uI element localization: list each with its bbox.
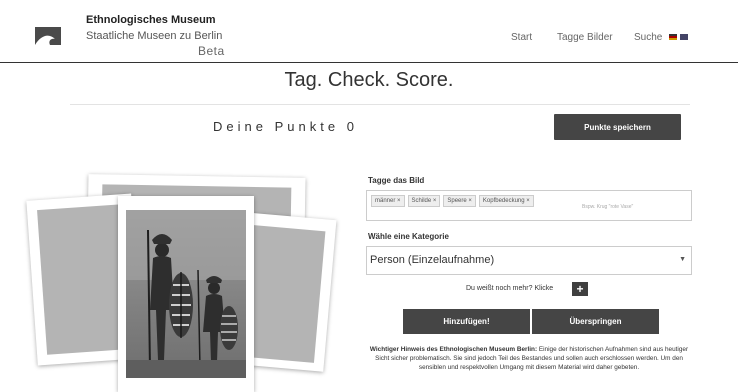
museum-subtitle: Staatliche Museen zu Berlin bbox=[86, 30, 223, 42]
tag-chip-list: männer × Schilde × Speere × Kopfbedeckun… bbox=[371, 195, 534, 207]
header-divider bbox=[0, 62, 738, 63]
score-label: Deine Punkte bbox=[213, 119, 340, 134]
title-divider bbox=[70, 104, 690, 105]
tag-chip[interactable]: männer × bbox=[371, 195, 405, 207]
notice-heading: Wichtiger Hinweis des Ethnologischen Mus… bbox=[369, 346, 538, 353]
nav-start[interactable]: Start bbox=[511, 32, 532, 43]
museum-name[interactable]: Ethnologisches Museum bbox=[86, 14, 216, 26]
german-flag-icon[interactable] bbox=[669, 34, 677, 40]
tag-chip[interactable]: Kopfbedeckung × bbox=[478, 195, 534, 207]
tag-field-label: Tagge das Bild bbox=[368, 176, 425, 185]
historical-photo bbox=[126, 210, 246, 378]
score-value: 0 bbox=[346, 119, 358, 134]
nav-tag-images[interactable]: Tagge Bilder bbox=[557, 32, 613, 43]
more-info-prompt: Du weißt noch mehr? Klicke bbox=[466, 285, 554, 292]
site-header: Ethnologisches Museum Staatliche Museen … bbox=[0, 0, 738, 62]
current-photo-card bbox=[118, 196, 254, 392]
category-field-label: Wähle eine Kategorie bbox=[368, 232, 449, 241]
photo-placeholder bbox=[242, 225, 326, 363]
english-flag-icon[interactable] bbox=[680, 34, 688, 40]
wave-logo-icon[interactable] bbox=[35, 27, 61, 53]
tag-chip[interactable]: Speere × bbox=[443, 195, 476, 207]
beta-label: Beta bbox=[198, 44, 225, 58]
nav-search[interactable]: Suche bbox=[634, 32, 662, 43]
language-switcher bbox=[669, 34, 688, 40]
tag-input[interactable] bbox=[582, 204, 682, 210]
category-select-value: Person (Einzelaufnahme) bbox=[370, 254, 495, 266]
skip-button[interactable]: Überspringen bbox=[532, 309, 659, 334]
save-points-button[interactable]: Punkte speichern bbox=[554, 114, 681, 140]
add-tags-button[interactable]: Hinzufügen! bbox=[403, 309, 530, 334]
tag-input-box[interactable]: männer × Schilde × Speere × Kopfbedeckun… bbox=[366, 190, 692, 221]
add-more-button[interactable]: + bbox=[572, 282, 588, 296]
score-display: Deine Punkte 0 bbox=[213, 119, 358, 134]
category-select[interactable]: Person (Einzelaufnahme) ▼ bbox=[366, 246, 692, 275]
page-title: Tag. Check. Score. bbox=[284, 69, 454, 91]
museum-notice: Wichtiger Hinweis des Ethnologischen Mus… bbox=[368, 345, 690, 372]
caret-down-icon: ▼ bbox=[679, 256, 686, 263]
tag-chip[interactable]: Schilde × bbox=[407, 195, 441, 207]
